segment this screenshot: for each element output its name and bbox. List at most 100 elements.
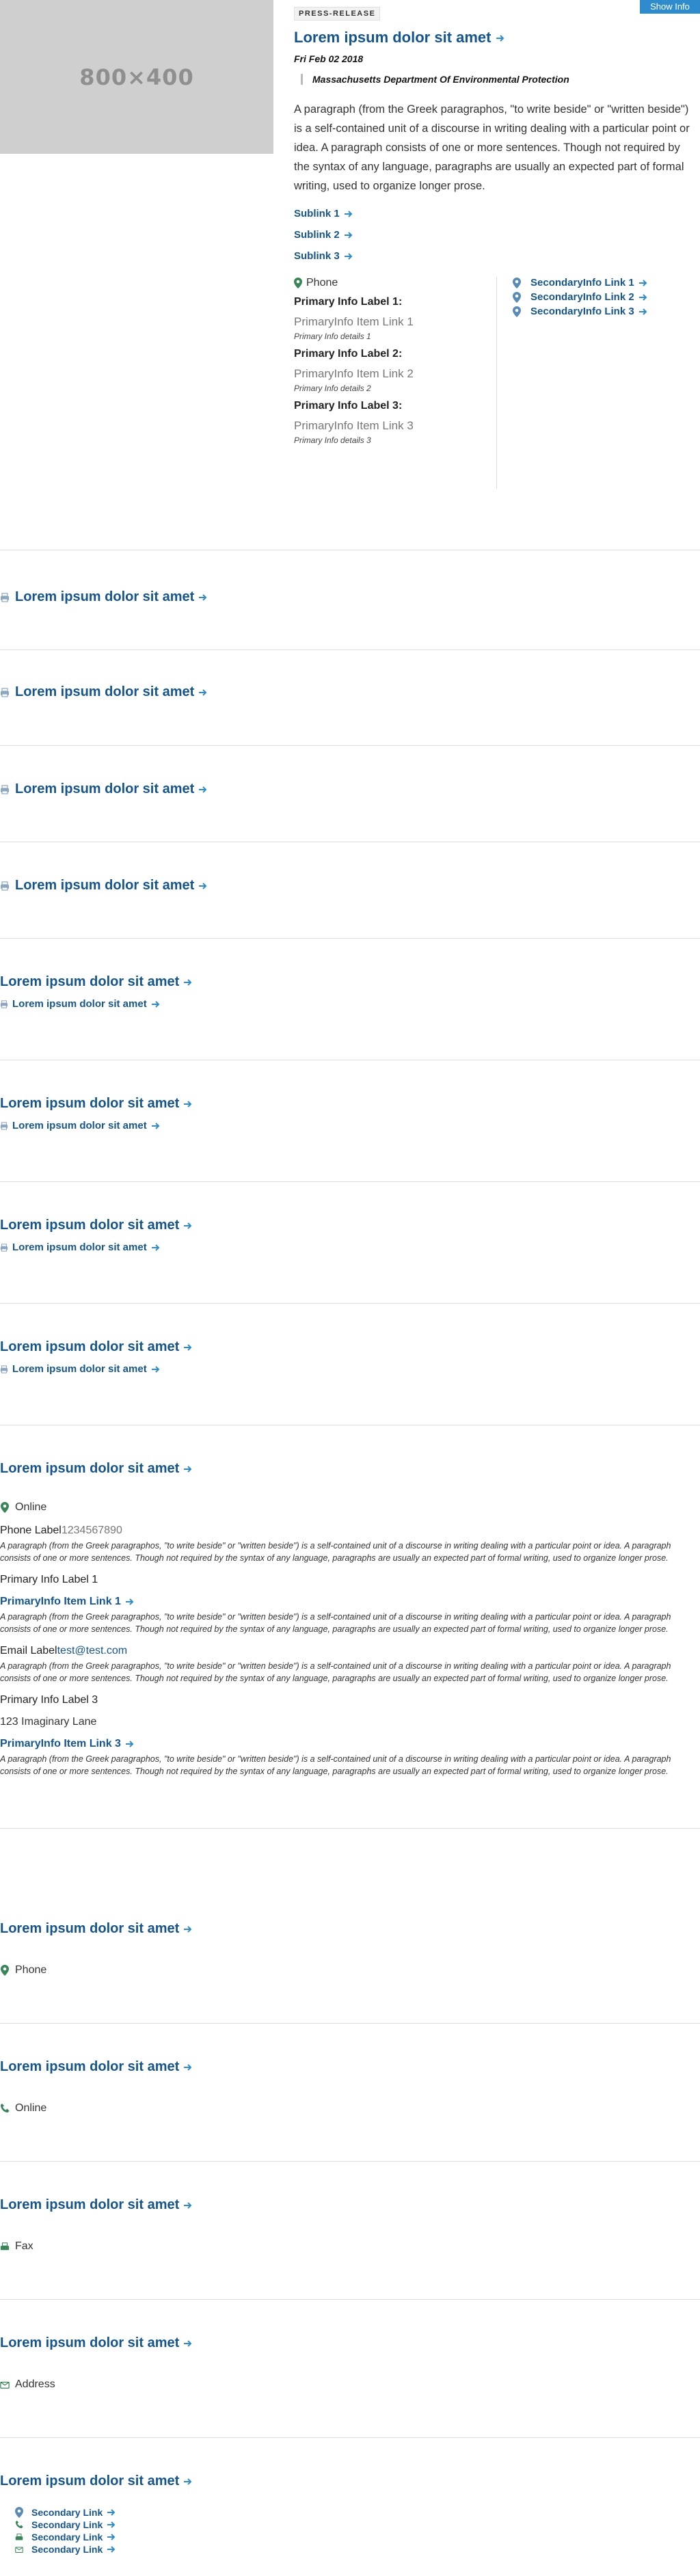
arrow-right-icon [344, 252, 353, 261]
sub-section-link-4[interactable]: Lorem ipsum dolor sit amet [0, 1363, 700, 1375]
address-icon [0, 2379, 10, 2390]
secondary-link-4[interactable]: Secondary Link [15, 2544, 700, 2555]
sub-section-1: Lorem ipsum dolor sit amet Lorem ipsum d… [0, 939, 700, 1060]
address-text: 123 Imaginary Lane [0, 1716, 97, 1728]
print-icon [0, 1000, 8, 1008]
arrow-right-icon [183, 1924, 193, 1934]
secondary-link-2[interactable]: Secondary Link [15, 2519, 700, 2530]
print-section-link-2[interactable]: Lorem ipsum dolor sit amet [0, 684, 700, 700]
primary-info-label-3: Primary Info Label 3: [294, 400, 403, 412]
primary-info-details-1: Primary Info details 1 [294, 332, 371, 341]
print-section-link-4[interactable]: Lorem ipsum dolor sit amet [0, 878, 700, 894]
primary-item-link-3[interactable]: PrimaryInfo Item Link 3 [0, 1738, 700, 1750]
print-icon [0, 881, 10, 891]
print-icon [0, 1244, 8, 1252]
arrow-right-icon [638, 278, 648, 288]
sublink-2[interactable]: Sublink 2 [294, 229, 700, 241]
sub-section-2: Lorem ipsum dolor sit amet Lorem ipsum d… [0, 1060, 700, 1182]
contact-section-title-4[interactable]: Lorem ipsum dolor sit amet [0, 2335, 700, 2351]
pin-icon [294, 278, 302, 289]
hero-image-label: 800×400 [79, 64, 194, 90]
detail-section-title[interactable]: Lorem ipsum dolor sit amet [0, 1461, 700, 1477]
email-line: Email Labeltest@test.com [0, 1645, 700, 1657]
sublink-1[interactable]: Sublink 1 [294, 208, 700, 219]
secondary-link-1[interactable]: Secondary Link [15, 2507, 700, 2518]
sub-section-title-1[interactable]: Lorem ipsum dolor sit amet [0, 974, 700, 990]
sub-section-4: Lorem ipsum dolor sit amet Lorem ipsum d… [0, 1304, 700, 1425]
sub-section-title-2[interactable]: Lorem ipsum dolor sit amet [0, 1096, 700, 1112]
phone-icon [0, 2103, 10, 2114]
email-description: A paragraph (from the Greek paragraphos,… [0, 1661, 671, 1683]
phone-icon [15, 2519, 23, 2530]
sub-section-link-3[interactable]: Lorem ipsum dolor sit amet [0, 1242, 700, 1253]
primary-item-description-3: A paragraph (from the Greek paragraphos,… [0, 1754, 671, 1776]
secondary-info-link-3[interactable]: SecondaryInfo Link 3 [513, 306, 648, 317]
primary-info-link-2[interactable]: PrimaryInfo Item Link 2 [294, 367, 499, 381]
arrow-right-icon [151, 1365, 161, 1374]
arrow-right-icon [107, 2508, 116, 2517]
pin-icon [15, 2507, 23, 2518]
arrow-right-icon [344, 209, 353, 219]
arrow-right-icon [183, 978, 193, 987]
sublink-3[interactable]: Sublink 3 [294, 250, 700, 262]
contact-section-title-1[interactable]: Lorem ipsum dolor sit amet [0, 1921, 700, 1937]
primary-item-description-1: A paragraph (from the Greek paragraphos,… [0, 1612, 671, 1634]
hero-section: 800×400 PRESS-RELEASE Lorem ipsum dolor … [0, 0, 700, 550]
print-icon [0, 1122, 8, 1130]
detail-section: Lorem ipsum dolor sit amet Online Phone … [0, 1425, 700, 1829]
arrow-right-icon [151, 1243, 161, 1252]
primary-info-heading: Phone [294, 277, 499, 289]
email-link[interactable]: test@test.com [57, 1645, 128, 1656]
column-divider [496, 277, 497, 489]
sub-section-title-4[interactable]: Lorem ipsum dolor sit amet [0, 1339, 700, 1355]
contact-section-title-3[interactable]: Lorem ipsum dolor sit amet [0, 2197, 700, 2213]
primary-item-link-1[interactable]: PrimaryInfo Item Link 1 [0, 1596, 700, 1608]
phone-line: Phone Label1234567890 [0, 1525, 700, 1537]
contact-info: Phone Primary Info Label 1: PrimaryInfo … [294, 277, 700, 496]
sub-section-link-1[interactable]: Lorem ipsum dolor sit amet [0, 998, 700, 1010]
print-section-2: Lorem ipsum dolor sit amet [0, 650, 700, 746]
contact-section-phone: Lorem ipsum dolor sit amet Phone [0, 1886, 700, 2024]
print-section-link-1[interactable]: Lorem ipsum dolor sit amet [0, 589, 700, 605]
secondary-info-link-1[interactable]: SecondaryInfo Link 1 [513, 277, 648, 289]
secondary-link-3[interactable]: Secondary Link [15, 2532, 700, 2543]
last-section-title[interactable]: Lorem ipsum dolor sit amet [0, 2473, 700, 2489]
email-label: Email Label [0, 1645, 57, 1656]
arrow-right-icon [198, 881, 208, 891]
intro-paragraph: A paragraph (from the Greek paragraphos,… [294, 103, 690, 192]
secondary-info-column: SecondaryInfo Link 1 SecondaryInfo Link … [513, 277, 648, 320]
phone-heading: Phone [0, 1964, 700, 1976]
phone-label: Phone Label [0, 1525, 62, 1536]
arrow-right-icon [125, 1597, 135, 1607]
sub-section-3: Lorem ipsum dolor sit amet Lorem ipsum d… [0, 1182, 700, 1304]
address-icon [15, 2544, 23, 2555]
phone-description: A paragraph (from the Greek paragraphos,… [0, 1541, 671, 1563]
print-section-link-3[interactable]: Lorem ipsum dolor sit amet [0, 781, 700, 797]
arrow-right-icon [151, 1121, 161, 1131]
contact-section-fax: Lorem ipsum dolor sit amet Fax [0, 2162, 700, 2300]
primary-info-link-1[interactable]: PrimaryInfo Item Link 1 [294, 315, 499, 329]
pin-icon [513, 292, 521, 303]
contact-section-title-2[interactable]: Lorem ipsum dolor sit amet [0, 2059, 700, 2075]
fax-icon [0, 2241, 10, 2252]
primary-info-details-3: Primary Info details 3 [294, 435, 371, 445]
secondary-links-section: Lorem ipsum dolor sit amet Secondary Lin… [0, 2438, 700, 2576]
contact-section-online: Lorem ipsum dolor sit amet Online [0, 2024, 700, 2162]
pin-icon [0, 1502, 10, 1513]
sub-section-title-3[interactable]: Lorem ipsum dolor sit amet [0, 1218, 700, 1233]
page-title-link[interactable]: Lorem ipsum dolor sit amet [294, 29, 700, 46]
phone-value[interactable]: 1234567890 [62, 1525, 122, 1536]
arrow-right-icon [496, 33, 505, 43]
arrow-right-icon [183, 1099, 193, 1109]
primary-info-link-3[interactable]: PrimaryInfo Item Link 3 [294, 419, 499, 433]
arrow-right-icon [198, 688, 208, 697]
sub-section-link-2[interactable]: Lorem ipsum dolor sit amet [0, 1120, 700, 1131]
print-section-3: Lorem ipsum dolor sit amet [0, 746, 700, 842]
page-title: Lorem ipsum dolor sit amet [294, 29, 492, 46]
arrow-right-icon [183, 1221, 193, 1231]
print-icon [0, 785, 10, 794]
secondary-link-list: Secondary Link Secondary Link Secondary … [15, 2507, 700, 2555]
publish-date: Fri Feb 02 2018 [294, 53, 364, 64]
secondary-info-link-2[interactable]: SecondaryInfo Link 2 [513, 291, 648, 303]
primary-label-1: Primary Info Label 1 [0, 1574, 98, 1585]
